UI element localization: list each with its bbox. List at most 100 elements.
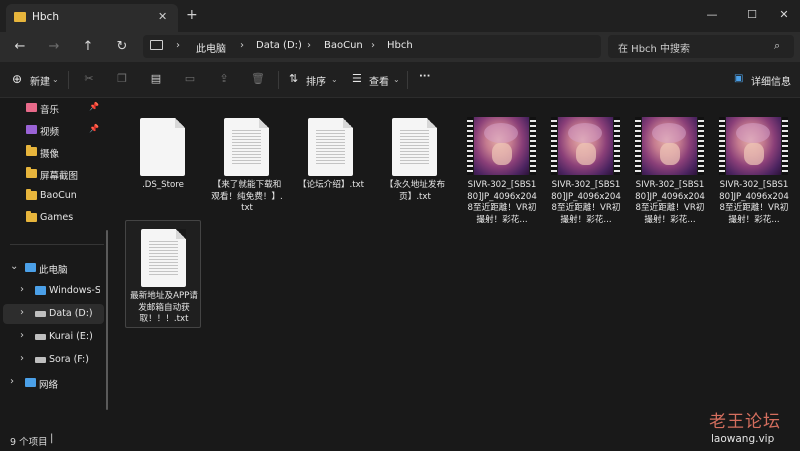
video-file-item[interactable]: SIVR-302_[SBS180]JP_4096x2048至近距離！VR初撮射！…	[464, 110, 540, 225]
video-file-item[interactable]: SIVR-302_[SBS180]JP_4096x2048至近距離！VR初撮射！…	[716, 110, 792, 225]
tree-item-5[interactable]: › 网络	[0, 373, 104, 393]
chevron-right-icon[interactable]: ›	[371, 40, 375, 51]
tree-item-4[interactable]: › Sora (F:)	[0, 350, 104, 370]
breadcrumb-this-pc[interactable]: 此电脑	[196, 40, 226, 55]
document-file-item[interactable]: .DS_Store	[125, 110, 201, 218]
file-name: 【来了就能下载和观看！纯免费！】.txt	[211, 180, 283, 213]
delete-icon[interactable]: 🗑	[251, 72, 265, 86]
sidebar-item-2[interactable]: 摄像	[0, 142, 104, 162]
video-file-item[interactable]: SIVR-302_[SBS180]JP_4096x2048至近距離！VR初撮射！…	[632, 110, 708, 225]
breadcrumb-hbch[interactable]: Hbch	[387, 40, 413, 51]
refresh-icon[interactable]: ↻	[111, 38, 133, 56]
sort-button[interactable]: 排序	[306, 73, 326, 88]
breadcrumb-baocun[interactable]: BaoCun	[324, 40, 363, 51]
video-thumbnail-icon	[635, 117, 704, 175]
search-icon: ⌕	[774, 39, 781, 52]
tree-item-0[interactable]: ⌄ 此电脑	[0, 258, 104, 278]
sidebar-item-4[interactable]: BaoCun	[0, 186, 104, 206]
rename-icon[interactable]: ▭	[183, 72, 197, 86]
pin-icon[interactable]: 📌	[89, 124, 99, 133]
sidebar-divider	[10, 244, 104, 245]
chevron-down-icon[interactable]: ⌄	[331, 75, 338, 84]
view-toggle[interactable]: |	[50, 433, 53, 444]
view-icon[interactable]: ☰	[352, 72, 362, 85]
copy-icon[interactable]: ❐	[115, 72, 129, 86]
paste-icon[interactable]: ▤	[149, 72, 163, 86]
file-name: SIVR-302_[SBS180]JP_4096x2048至近距離！VR初撮射！…	[467, 180, 537, 225]
tab-hbch[interactable]: Hbch ✕	[6, 4, 178, 32]
music-icon	[26, 103, 37, 112]
more-options-button[interactable]: ···	[419, 71, 430, 82]
pin-icon[interactable]: 📌	[89, 102, 99, 111]
new-tab-button[interactable]: +	[186, 8, 198, 22]
cut-icon[interactable]: ✂	[82, 72, 96, 86]
chevron-right-icon[interactable]: ›	[20, 330, 24, 341]
folder-icon	[26, 145, 37, 156]
document-file-item[interactable]: 【来了就能下载和观看！纯免费！】.txt	[209, 110, 285, 218]
tree-item-label: Sora (F:)	[49, 354, 89, 365]
chevron-down-icon[interactable]: ⌄	[10, 261, 18, 272]
forward-arrow-icon[interactable]: →	[43, 38, 65, 56]
watermark-title: 老王论坛	[709, 412, 781, 432]
chevron-right-icon[interactable]: ›	[10, 376, 14, 387]
file-name: 【永久地址发布页】.txt	[384, 180, 446, 202]
chevron-down-icon[interactable]: ⌄	[52, 75, 59, 84]
tree-item-label: 网络	[39, 380, 59, 391]
item-count: 9 个项目	[10, 437, 48, 448]
video-thumbnail-icon	[551, 117, 620, 175]
chevron-right-icon[interactable]: ›	[307, 40, 311, 51]
file-name: SIVR-302_[SBS180]JP_4096x2048至近距離！VR初撮射！…	[551, 180, 621, 225]
share-icon[interactable]: ⇪	[217, 72, 231, 86]
document-file-item[interactable]: 最新地址及APP请发邮箱自动获取！！！.txt	[125, 220, 201, 328]
close-window-button[interactable]: ✕	[764, 4, 800, 26]
chevron-right-icon[interactable]: ›	[20, 307, 24, 318]
search-box[interactable]: 在 Hbch 中搜索 ⌕	[608, 35, 794, 58]
toolbar-divider	[407, 71, 408, 89]
folder-icon	[26, 211, 37, 222]
sidebar-item-0[interactable]: 音乐 📌	[0, 98, 104, 118]
video-icon	[26, 125, 37, 134]
back-arrow-icon[interactable]: ←	[9, 38, 31, 56]
tree-item-2[interactable]: › Data (D:)	[3, 304, 104, 324]
minimize-button[interactable]: —	[692, 4, 732, 26]
video-thumbnail-icon	[719, 117, 788, 175]
tree-item-1[interactable]: › Windows-SSD	[0, 281, 104, 301]
document-file-item[interactable]: 【论坛介绍】.txt	[293, 110, 369, 218]
breadcrumb-data-drive[interactable]: Data (D:)	[256, 40, 302, 51]
network-icon	[25, 378, 36, 387]
sidebar-item-label: Games	[40, 212, 74, 223]
document-file-item[interactable]: 【永久地址发布页】.txt	[377, 110, 453, 218]
view-button[interactable]: 查看	[369, 73, 389, 88]
sidebar-item-3[interactable]: 屏幕截图	[0, 164, 104, 184]
file-name: 最新地址及APP请发邮箱自动获取！！！.txt	[130, 291, 198, 324]
sidebar-item-label: 屏幕截图	[40, 171, 79, 182]
chevron-right-icon[interactable]: ›	[176, 40, 180, 51]
sidebar-item-label: BaoCun	[40, 190, 77, 201]
chevron-right-icon[interactable]: ›	[240, 40, 244, 51]
sidebar-item-label: 音乐	[40, 105, 60, 116]
computer-icon	[25, 263, 36, 272]
chevron-down-icon[interactable]: ⌄	[393, 75, 400, 84]
sidebar-item-1[interactable]: 视频 📌	[0, 120, 104, 140]
toolbar-divider	[68, 71, 69, 89]
tab-title: Hbch	[32, 11, 59, 23]
details-button[interactable]: 详细信息	[751, 73, 791, 88]
file-name: .DS_Store	[142, 180, 184, 190]
chevron-right-icon[interactable]: ›	[20, 353, 24, 364]
sidebar-item-5[interactable]: Games	[0, 208, 104, 228]
up-arrow-icon[interactable]: ↑	[77, 38, 99, 56]
new-button[interactable]: 新建	[30, 73, 50, 88]
toolbar-divider	[278, 71, 279, 89]
tree-item-3[interactable]: › Kurai (E:)	[0, 327, 104, 347]
new-plus-icon[interactable]: ⊕	[12, 72, 22, 86]
sidebar-scrollbar[interactable]	[106, 230, 108, 410]
drive-icon	[35, 334, 46, 340]
sort-icon[interactable]: ⇅	[289, 72, 298, 85]
chevron-right-icon[interactable]: ›	[20, 284, 24, 295]
search-input[interactable]: 在 Hbch 中搜索	[618, 40, 690, 55]
details-pane-icon[interactable]: ▣	[734, 73, 743, 84]
close-tab-icon[interactable]: ✕	[158, 10, 167, 23]
folder-icon	[26, 167, 37, 178]
drive-icon	[35, 311, 46, 317]
video-file-item[interactable]: SIVR-302_[SBS180]JP_4096x2048至近距離！VR初撮射！…	[548, 110, 624, 225]
